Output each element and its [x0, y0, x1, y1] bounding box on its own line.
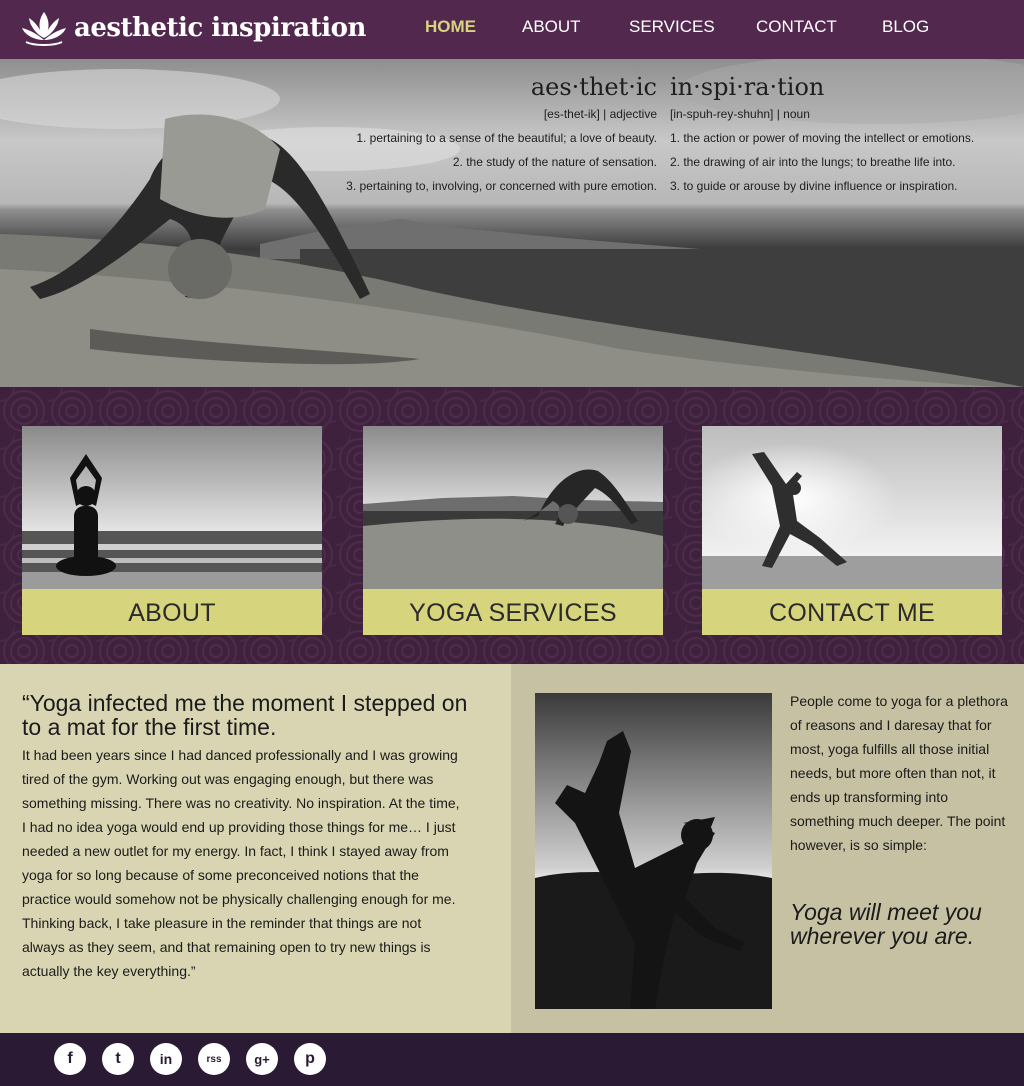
quote-headline: “Yoga infected me the moment I stepped o…	[22, 690, 468, 740]
definition-sense-left-1: 1. pertaining to a sense of the beautifu…	[356, 131, 657, 145]
hero-photo	[0, 59, 1024, 387]
definition-pron-left: [es-thet-ik] | adjective	[543, 107, 657, 121]
site-footer: f t in rss g+ p	[0, 1033, 1024, 1086]
definition-sense-right-2: 2. the drawing of air into the lungs; to…	[670, 155, 956, 169]
pinterest-glyph: p	[305, 1050, 315, 1067]
google-plus-glyph: g+	[254, 1051, 270, 1067]
site-logo[interactable]: aesthetic inspiration	[20, 8, 366, 48]
nav-contact[interactable]: CONTACT	[756, 17, 837, 41]
nav-home[interactable]: HOME	[425, 17, 476, 41]
nav-blog[interactable]: BLOG	[882, 17, 929, 41]
logo-text: aesthetic inspiration	[74, 13, 366, 43]
facebook-glyph: f	[67, 1050, 73, 1067]
card-about[interactable]: ABOUT	[22, 426, 322, 635]
twitter-icon[interactable]: t	[102, 1043, 134, 1075]
nav-services[interactable]: SERVICES	[629, 17, 715, 41]
pinterest-icon[interactable]: p	[294, 1043, 326, 1075]
card-about-label: ABOUT	[22, 589, 322, 635]
card-yoga-services[interactable]: YOGA SERVICES	[363, 426, 663, 635]
definition-pron-right: [in-spuh-rey-shuhn] | noun	[670, 107, 810, 121]
lotus-icon	[22, 12, 66, 46]
card-about-photo	[22, 426, 322, 589]
site-header: aesthetic inspiration HOME ABOUT SERVICE…	[0, 0, 1024, 59]
quote-section: “Yoga infected me the moment I stepped o…	[0, 664, 511, 1033]
aside-emphasis: Yoga will meet you wherever you are.	[790, 899, 982, 949]
card-contact-label: CONTACT ME	[702, 589, 1002, 635]
card-contact-me[interactable]: CONTACT ME	[702, 426, 1002, 635]
definition-sense-right-3: 3. to guide or arouse by divine influenc…	[670, 179, 958, 193]
linkedin-glyph: in	[159, 1051, 173, 1067]
card-services-label: YOGA SERVICES	[363, 589, 663, 635]
rss-glyph: rss	[206, 1053, 222, 1065]
definition-sense-right-1: 1. the action or power of moving the int…	[670, 131, 975, 145]
nav-about[interactable]: ABOUT	[522, 17, 581, 41]
card-services-photo	[363, 426, 663, 589]
definition-sense-left-2: 2. the study of the nature of sensation.	[452, 155, 657, 169]
definition-word-left: aes·thet·ic	[530, 73, 657, 101]
google-plus-icon[interactable]: g+	[246, 1043, 278, 1075]
definition-sense-left-3: 3. pertaining to, involving, or concerne…	[346, 179, 657, 193]
twitter-glyph: t	[115, 1050, 121, 1067]
facebook-icon[interactable]: f	[54, 1043, 86, 1075]
definition-word-right: in·spi·ra·tion	[670, 73, 825, 101]
aside-text: People come to yoga for a plethora of re…	[790, 693, 1008, 853]
feature-cards-section: ABOUT YOGA SERVICES CONTACT ME	[0, 387, 1024, 664]
hero-banner: aes·thet·ic in·spi·ra·tion [es-thet-ik] …	[0, 59, 1024, 387]
rss-icon[interactable]: rss	[198, 1043, 230, 1075]
linkedin-icon[interactable]: in	[150, 1043, 182, 1075]
dancer-silhouette-photo	[535, 693, 772, 1009]
quote-body: It had been years since I had danced pro…	[22, 747, 460, 979]
card-contact-photo	[702, 426, 1002, 589]
